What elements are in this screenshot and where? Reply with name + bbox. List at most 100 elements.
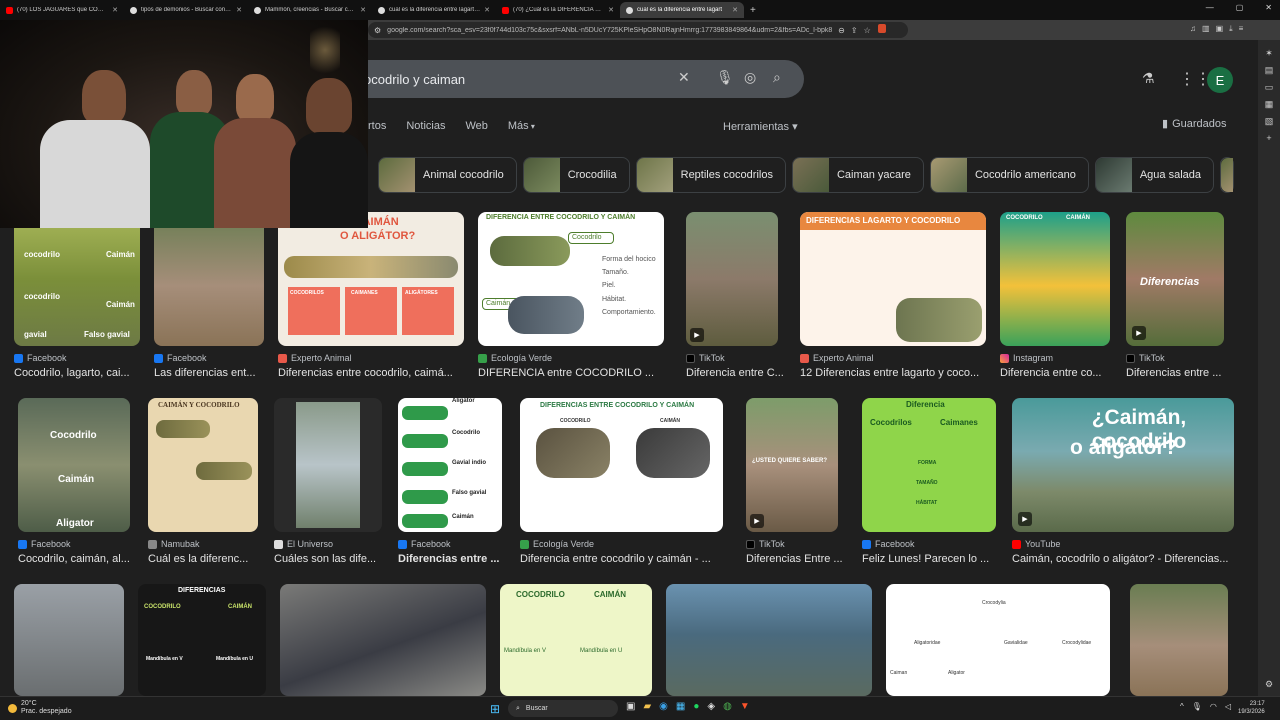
history-icon[interactable]: ▦ <box>1265 99 1274 110</box>
windows-start-icon[interactable]: ⊞ <box>490 702 500 716</box>
music-icon[interactable]: ♫ <box>1190 24 1196 34</box>
result-image[interactable]: DIFERENCIAS ENTRE COCODRILO Y CAIMÁN COC… <box>520 398 723 532</box>
result-image[interactable] <box>14 584 124 696</box>
result-title[interactable]: Feliz Lunes! Parecen lo ... <box>862 553 992 565</box>
gear-icon[interactable]: ⚙ <box>1265 679 1273 690</box>
result-image[interactable]: cocodrilo Caimán cocodrilo Caimán gavial… <box>14 212 140 346</box>
close-icon[interactable]: ✕ <box>732 6 738 14</box>
maximize-icon[interactable]: ▢ <box>1236 3 1244 12</box>
browser-tab[interactable]: cual es la diferencia entre lagarto co ✕ <box>372 2 496 18</box>
chrome-icon[interactable]: ◍ <box>723 701 732 712</box>
browser-tab[interactable]: (70) LOS JAGUARES que COMEN CO ✕ <box>0 2 124 18</box>
result-title[interactable]: Diferencias entre ... <box>1126 367 1224 379</box>
result-title[interactable]: 12 Diferencias entre lagarto y coco... <box>800 367 984 379</box>
result-image[interactable]: O, CAIMÁN O ALIGÁTOR? COCODRILOS CAIMANE… <box>278 212 464 346</box>
bookmarks-icon[interactable]: ▤ <box>1265 65 1274 76</box>
browser-tab[interactable]: tipos de demonios - Buscar con Goo ✕ <box>124 2 248 18</box>
new-tab-button[interactable]: + <box>744 5 762 16</box>
clear-icon[interactable]: ✕ <box>678 69 690 86</box>
tools-button[interactable]: Herramientas ▾ <box>723 120 798 133</box>
add-panel-icon[interactable]: + <box>1266 133 1271 143</box>
result-title[interactable]: Diferencia entre cocodrilo y caimán - ..… <box>520 553 720 565</box>
search-query[interactable]: ocodrilo y caiman <box>364 72 465 87</box>
result-image[interactable]: Crocodylia Aligatoridae Gavialidae Croco… <box>886 584 1110 696</box>
nav-item-more[interactable]: Más <box>508 120 535 132</box>
result-title[interactable]: Caimán, cocodrilo o aligátor? - Diferenc… <box>1012 553 1232 565</box>
bookmark-icon[interactable]: ☆ <box>864 26 871 35</box>
chip[interactable]: Caiman yacare <box>791 157 924 193</box>
leo-icon[interactable]: ✶ <box>1265 48 1273 59</box>
result-image[interactable]: DIFERENCIAS LAGARTO Y COCODRILO <box>800 212 986 346</box>
brave-icon[interactable]: ▼ <box>740 701 750 712</box>
spotify-icon[interactable]: ● <box>693 701 699 712</box>
result-image[interactable] <box>666 584 872 696</box>
result-image[interactable]: COCODRILO CAIMÁN <box>1000 212 1110 346</box>
result-image[interactable]: DIFERENCIAS COCODRILO CAIMÁN Mandíbula e… <box>138 584 266 696</box>
reading-list-icon[interactable]: ▭ <box>1265 82 1274 93</box>
result-title[interactable]: Diferencia entre C... <box>686 367 788 379</box>
search-icon[interactable]: ⌕ <box>773 69 781 86</box>
result-title[interactable]: Las diferencias ent... <box>154 367 262 379</box>
brave-shield-icon[interactable] <box>878 24 886 33</box>
download-icon[interactable]: ⤓ <box>1229 24 1233 34</box>
result-title[interactable]: Diferencias entre ... <box>398 553 506 565</box>
result-image[interactable] <box>274 398 382 532</box>
close-icon[interactable]: ✕ <box>112 6 118 14</box>
nav-item-web[interactable]: Web <box>465 120 487 132</box>
result-title[interactable]: Diferencia entre co... <box>1000 367 1108 379</box>
share-icon[interactable]: ⇪ <box>851 26 858 35</box>
nav-item-news[interactable]: Noticias <box>406 120 445 132</box>
chip[interactable]: Reptiles cocodrilos <box>635 157 786 193</box>
address-bar[interactable]: ⚙ google.com/search?sca_esv=23f0f744d103… <box>368 22 908 38</box>
lens-icon[interactable]: ◎ <box>744 69 756 86</box>
wifi-icon[interactable]: ◠ <box>1210 702 1217 711</box>
chip[interactable]: Cocodrilo americano <box>929 157 1089 193</box>
result-title[interactable]: Diferencias Entre ... <box>746 553 854 565</box>
close-icon[interactable]: ✕ <box>608 6 614 14</box>
site-info-icon[interactable]: ⚙ <box>374 26 381 35</box>
chip[interactable]: Animal cocodrilo <box>378 157 517 193</box>
app-icon[interactable]: ◈ <box>707 701 715 712</box>
edge-icon[interactable]: ◉ <box>659 701 668 712</box>
result-image[interactable]: Diferencia Cocodrilos Caimanes FORMA TAM… <box>862 398 996 532</box>
zoom-icon[interactable]: ⊖ <box>838 26 845 35</box>
result-image[interactable]: ¿Caimán, cocodrilo o aligátor? ▶ <box>1012 398 1234 532</box>
clock[interactable]: 23:17 19/3/2026 <box>1238 700 1265 716</box>
chip[interactable]: Agua salada <box>1094 157 1214 193</box>
result-image[interactable]: Aligátor Cocodrilo Gavial indio Falso ga… <box>398 398 502 532</box>
result-image[interactable]: Cocodrilo Caimán Aligator <box>18 398 130 532</box>
weather-widget[interactable]: 20°C Prac. despejado <box>8 700 72 716</box>
nav-item-short[interactable]: rtos <box>368 120 386 132</box>
sidebar-icon[interactable]: ▥ <box>1202 24 1210 34</box>
mic-icon[interactable]: 🎙 <box>716 69 734 86</box>
chip[interactable]: Crocodilia <box>522 157 630 193</box>
chevron-up-icon[interactable]: ^ <box>1180 702 1184 711</box>
saved-button[interactable]: ▮ Guardados <box>1162 117 1227 131</box>
playlist-icon[interactable]: ▧ <box>1265 116 1274 127</box>
result-title[interactable]: DIFERENCIA entre COCODRILO ... <box>478 367 658 379</box>
taskbar-search[interactable]: ⌕ Buscar <box>508 700 618 717</box>
wallet-icon[interactable]: ▣ <box>1216 24 1224 34</box>
close-window-icon[interactable]: ✕ <box>1265 3 1272 12</box>
result-title[interactable]: Cocodrilo, lagarto, cai... <box>14 367 134 379</box>
chip-partial[interactable] <box>1220 157 1234 193</box>
mic-icon[interactable]: 🎙 <box>1192 702 1202 711</box>
browser-tab[interactable]: Mammón, creencias - Buscar con Go ✕ <box>248 2 372 18</box>
browser-tab-active[interactable]: cual es la diferencia entre lagart ✕ <box>620 2 744 18</box>
result-title[interactable]: Cuáles son las dife... <box>274 553 382 565</box>
result-title[interactable]: Cuál es la diferenc... <box>148 553 256 565</box>
avatar[interactable]: E <box>1207 67 1233 93</box>
result-title[interactable]: Diferencias entre cocodrilo, caimá... <box>278 367 458 379</box>
close-icon[interactable]: ✕ <box>360 6 366 14</box>
result-image[interactable]: Diferencias ▶ <box>1126 212 1224 346</box>
menu-icon[interactable]: ≡ <box>1239 24 1244 34</box>
result-image[interactable]: DIFERENCIA ENTRE COCODRILO Y CAIMÁN Coco… <box>478 212 664 346</box>
file-explorer-icon[interactable]: ▰ <box>643 701 651 712</box>
search-box[interactable]: ocodrilo y caiman ✕ 🎙 ◎ ⌕ <box>340 60 804 98</box>
result-image[interactable] <box>154 212 264 346</box>
result-image[interactable]: CAIMÁN Y COCODRILO <box>148 398 258 532</box>
result-title[interactable]: Cocodrilo, caimán, al... <box>18 553 136 565</box>
result-image[interactable]: COCODRILO CAIMÁN Mandíbula en V Mandíbul… <box>500 584 652 696</box>
browser-tab[interactable]: (70) ¿Cuál es la DIFERENCIA entre C ✕ <box>496 2 620 18</box>
result-image[interactable] <box>280 584 486 696</box>
